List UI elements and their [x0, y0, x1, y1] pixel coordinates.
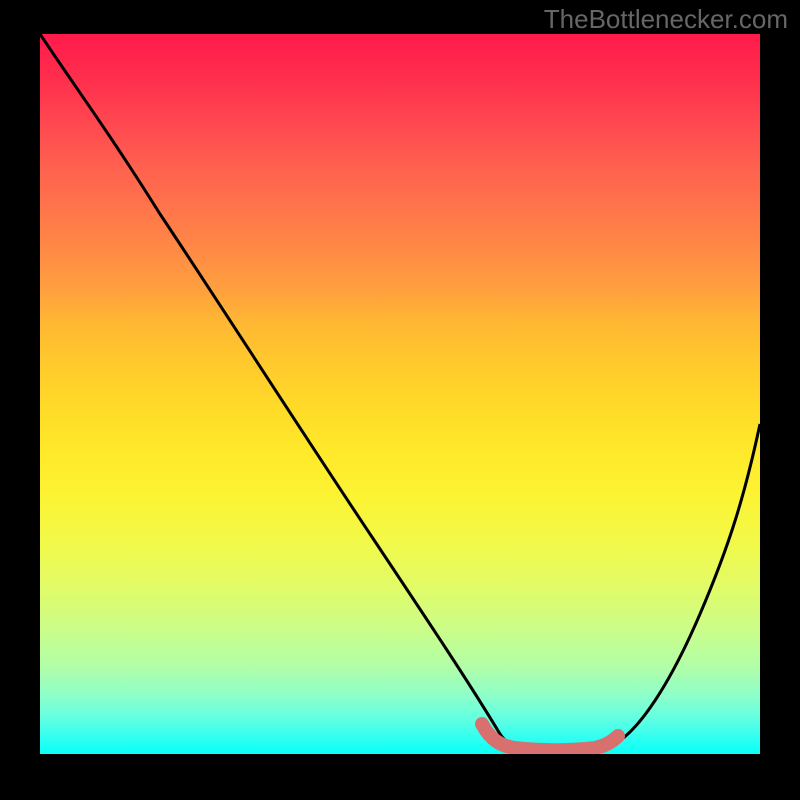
curve-layer [40, 34, 760, 754]
chart-container: TheBottlenecker.com [0, 0, 800, 800]
bottleneck-curve [40, 34, 760, 752]
chart-area [40, 34, 760, 754]
watermark-text: TheBottlenecker.com [544, 4, 788, 35]
optimal-range-marker [482, 724, 618, 750]
